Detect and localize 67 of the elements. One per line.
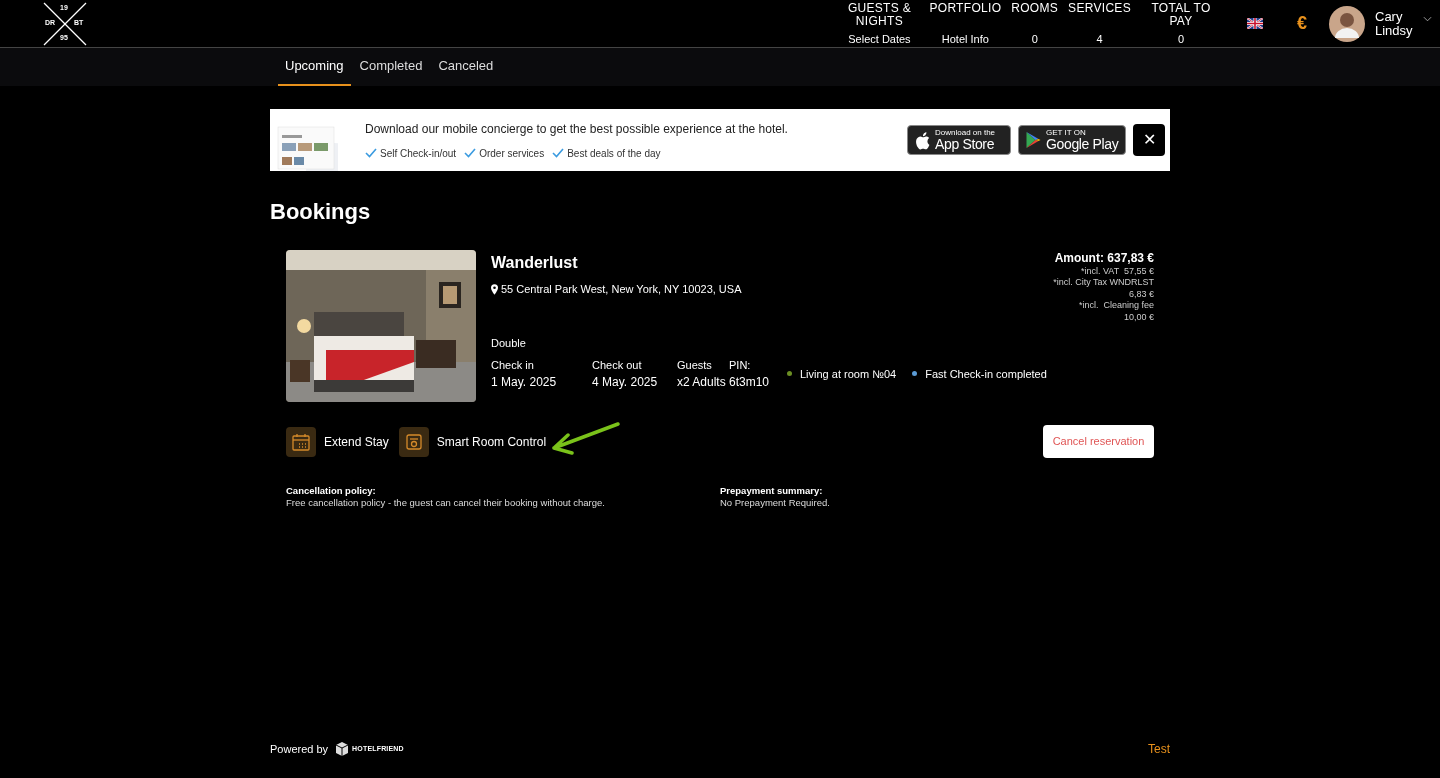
detail-value: 6t3m10 (729, 374, 771, 391)
policy-title: Prepayment summary: (720, 485, 824, 497)
check-icon (464, 148, 477, 158)
badge-title: Google Play (1046, 137, 1119, 151)
action-button[interactable]: Extend Stay (286, 426, 389, 457)
cancel-reservation-button[interactable]: Cancel reservation (1043, 425, 1154, 458)
apple-icon (914, 130, 931, 150)
device-icon (403, 431, 424, 452)
badge-caption: GET IT ON (1046, 129, 1086, 137)
hotel-address: 55 Central Park West, New York, NY 10023, USA (501, 282, 742, 297)
fee-line: *incl. Cleaning fee (1078, 300, 1154, 312)
cube-icon (335, 742, 350, 756)
tab[interactable]: Completed (352, 48, 430, 86)
play-icon (1025, 131, 1042, 149)
stat-value: 4 (1095, 32, 1104, 46)
badge-title: App Store (935, 137, 995, 151)
detail-value: 4 May. 2025 (592, 374, 659, 391)
banner-text: Download our mobile concierge to get the best possible experience at the hotel. (365, 120, 789, 138)
check-icon (365, 148, 377, 158)
calendar-icon (291, 431, 311, 452)
status-text: Living at room №04 (800, 366, 897, 382)
stat-label: GUESTS & NIGHTS (846, 1, 912, 28)
fee-line: 10,00 € (1123, 311, 1154, 323)
chevron-down-icon[interactable] (1423, 15, 1432, 22)
test-link[interactable]: Test (1148, 740, 1170, 758)
room-type: Double (491, 336, 527, 351)
stat-value: 0 (1176, 32, 1186, 46)
feature-text: Best deals of the day (567, 146, 661, 161)
detail-value: 1 May. 2025 (491, 374, 558, 391)
fee-line: *incl. City Tax WNDRLST (1053, 277, 1154, 289)
powered-by-text: Powered by (270, 741, 329, 757)
page-title: Bookings (270, 198, 372, 226)
close-button[interactable]: ✕ (1133, 124, 1165, 156)
stat-value: 0 (1030, 32, 1039, 46)
feature-text: Order services (479, 146, 545, 161)
hotel-name: Wanderlust (491, 253, 579, 273)
stat-label: PORTFOLIO (929, 1, 1002, 15)
stat-value: Hotel Info (940, 32, 990, 46)
detail-label: Guests (677, 357, 713, 373)
avatar[interactable] (1329, 5, 1365, 42)
fee-line: *incl. VAT 57,55 € (1080, 265, 1154, 277)
detail-value: x2 Adults (677, 374, 727, 391)
map-pin-icon (491, 283, 498, 295)
check-icon (552, 148, 565, 158)
tab[interactable]: Canceled (431, 48, 501, 86)
tab[interactable]: Upcoming (278, 48, 351, 86)
policy-text: No Prepayment Required. (720, 497, 831, 509)
stat-value: Select Dates (847, 32, 912, 46)
fee-line: 6,83 € (1128, 288, 1154, 300)
action-button[interactable]: Smart Room Control (398, 426, 547, 457)
app-store-button[interactable]: Download on the App Store (907, 125, 1011, 155)
detail-label: Check in (491, 357, 535, 373)
detail-label: PIN: (729, 357, 752, 373)
stat-label: TOTAL TO PAY (1150, 1, 1212, 28)
stat-label: SERVICES (1068, 1, 1131, 15)
policy-text: Free cancellation policy - the guest can cancel their booking without charge. (286, 497, 606, 509)
status-text: Fast Check-in completed (925, 366, 1047, 382)
currency-selector[interactable]: € (1297, 10, 1307, 37)
detail-label: Check out (592, 357, 643, 373)
user-name[interactable]: Cary Lindsy (1375, 9, 1421, 38)
stat-label: ROOMS (1011, 1, 1059, 15)
feature-text: Self Check-in/out (380, 146, 457, 161)
google-play-button[interactable]: GET IT ON Google Play (1018, 125, 1126, 155)
amount: Amount: 637,83 € (1054, 253, 1154, 265)
flag-icon[interactable] (1247, 18, 1263, 29)
policy-title: Cancellation policy: (286, 485, 377, 497)
badge-caption: Download on the (935, 129, 996, 137)
